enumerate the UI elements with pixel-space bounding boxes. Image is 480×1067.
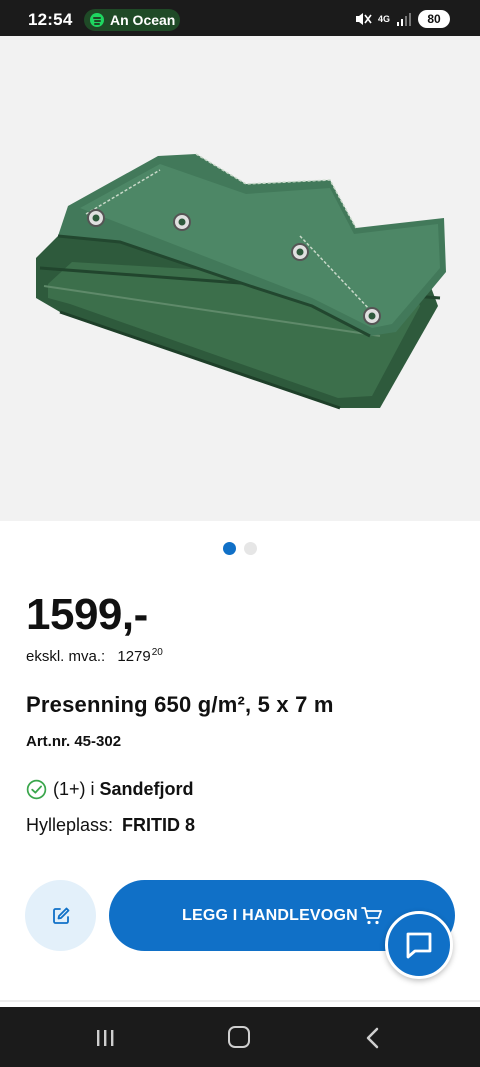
system-nav-bar (0, 1007, 480, 1067)
image-carousel-dots (0, 542, 480, 555)
carousel-dot-2[interactable] (244, 542, 257, 555)
edit-note-icon (52, 907, 69, 924)
stock-count: (1+) i (53, 779, 95, 799)
now-playing-pill[interactable]: An Ocean (84, 9, 180, 31)
home-icon[interactable] (228, 1026, 250, 1048)
battery-indicator: 80 (418, 10, 450, 28)
mute-icon (355, 13, 372, 25)
product-title: Presenning 650 g/m², 5 x 7 m (26, 692, 334, 717)
stock-store: Sandefjord (99, 779, 194, 799)
folded-green-tarpaulin-image (36, 153, 446, 410)
status-time: 12:54 (28, 10, 73, 29)
ex-vat-label: ekskl. mva.: (26, 648, 106, 665)
shelf-location: Hylleplass: FRITID 8 (26, 815, 195, 836)
now-playing-text: An Ocean (110, 12, 176, 28)
back-icon[interactable] (364, 1027, 382, 1049)
recent-apps-icon[interactable] (95, 1028, 115, 1048)
bottom-divider (0, 1000, 480, 1002)
carousel-dot-1[interactable] (223, 542, 236, 555)
ex-vat-cents: 20 (151, 647, 163, 658)
shelf-label: Hylleplass: (26, 815, 114, 835)
edit-note-button[interactable] (25, 880, 96, 951)
article-number: Art.nr. 45-302 (26, 733, 122, 750)
price-ex-vat: ekskl. mva.: 127920 (26, 647, 163, 665)
network-type: 4G (377, 13, 390, 24)
product-price: 1599,- (26, 590, 148, 639)
stock-status[interactable]: (1+) i Sandefjord (26, 779, 194, 800)
chat-button[interactable] (385, 911, 453, 979)
chat-icon (406, 932, 432, 959)
cart-icon (361, 907, 382, 925)
signal-icon (397, 13, 411, 26)
shelf-value: FRITID 8 (122, 815, 196, 835)
status-icons: 4G 80 (354, 9, 450, 29)
spotify-icon (90, 13, 104, 27)
ex-vat-value: 1279 (117, 648, 151, 665)
status-bar: 12:54 An Ocean 4G 80 (0, 0, 480, 36)
check-circle-icon (26, 779, 47, 800)
add-to-cart-label: LEGG I HANDLEVOGN (182, 907, 358, 924)
product-image[interactable] (0, 36, 480, 521)
